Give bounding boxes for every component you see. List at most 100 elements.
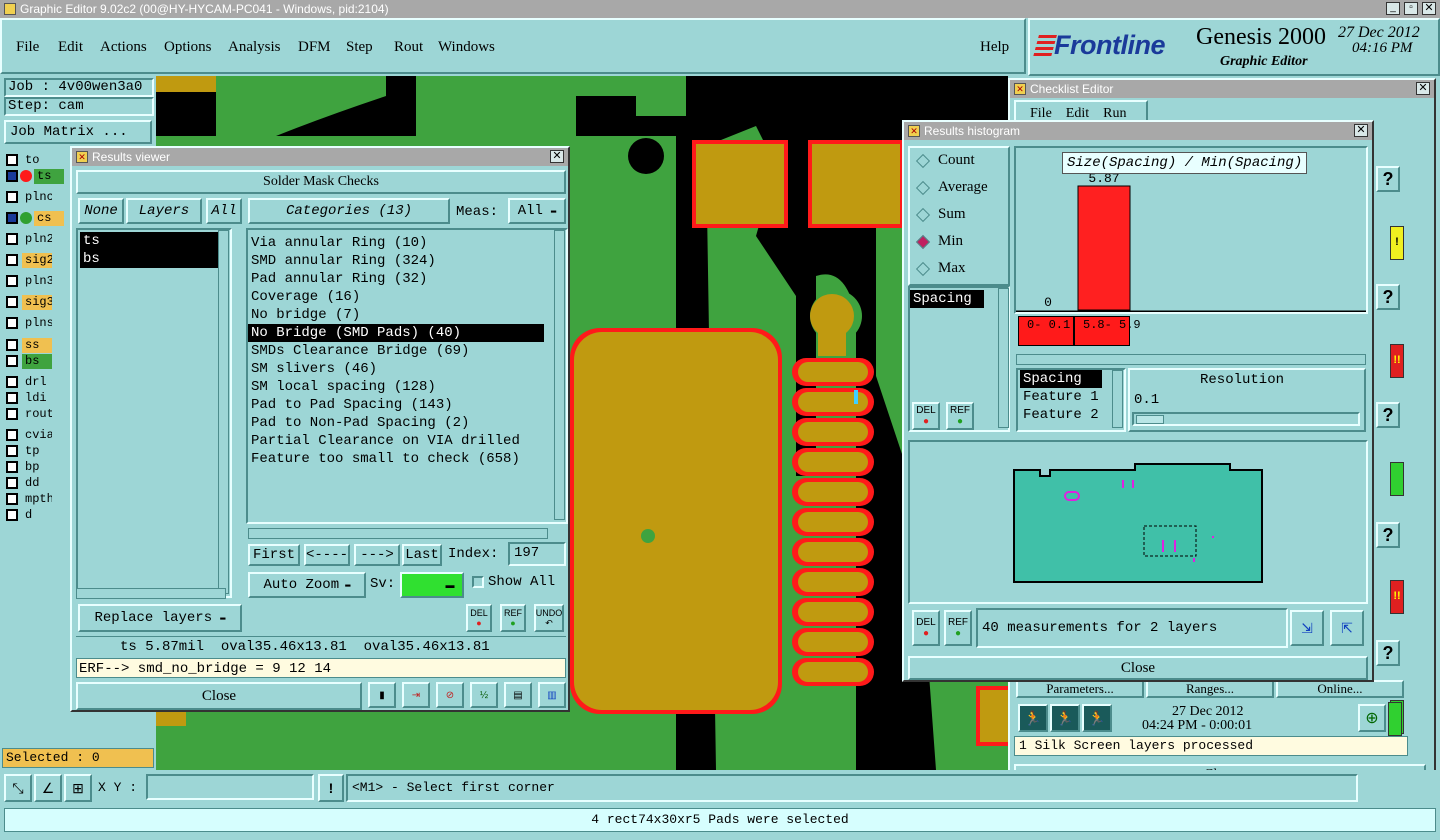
histogram-category-label[interactable]: 0- 0.1 — [1018, 316, 1074, 346]
layer-row-ss[interactable]: ss — [6, 337, 52, 353]
measure-list-scrollbar[interactable] — [998, 288, 1009, 428]
category-item[interactable]: No bridge (7) — [248, 306, 544, 324]
index-input[interactable]: 197 — [508, 542, 566, 566]
menu-rout[interactable]: Rout — [394, 39, 423, 56]
viewer-del-button[interactable]: DEL ● — [466, 604, 492, 632]
layer-row-tp[interactable]: tp — [6, 443, 52, 459]
layer-row-ts[interactable]: ts — [6, 168, 64, 184]
histogram-close-icon[interactable]: ✕ — [1354, 124, 1368, 137]
mode-sum[interactable]: Sum — [914, 206, 966, 223]
category-item[interactable]: Pad to Non-Pad Spacing (2) — [248, 414, 544, 432]
viewer-close-icon[interactable]: ✕ — [550, 150, 564, 163]
help-icon[interactable]: ? — [1376, 402, 1400, 428]
layer-row-sig2[interactable]: sig2 — [6, 252, 52, 268]
measure-item[interactable]: Spacing — [910, 290, 984, 308]
mode-max[interactable]: Max — [914, 260, 966, 277]
viewer-layer-item[interactable]: ts — [80, 232, 220, 250]
menu-analysis[interactable]: Analysis — [228, 39, 281, 56]
auto-zoom-dropdown[interactable]: Auto Zoom ▬ — [248, 572, 366, 598]
layer-checkbox[interactable] — [6, 339, 18, 351]
select-icon[interactable]: ⤡ — [4, 774, 32, 802]
online-button[interactable]: Online... — [1276, 680, 1404, 698]
layer-checkbox[interactable] — [6, 154, 18, 166]
last-button[interactable]: Last — [402, 544, 442, 566]
layer-row-d[interactable]: d — [6, 507, 52, 523]
histogram-hscroll[interactable] — [1016, 354, 1366, 365]
layer-row-plns[interactable]: plns — [6, 315, 52, 331]
layer-checkbox[interactable] — [6, 477, 18, 489]
layer-checkbox[interactable] — [6, 461, 18, 473]
help-icon[interactable]: ? — [1376, 284, 1400, 310]
layer-row-pln2[interactable]: pln2 — [6, 231, 52, 247]
layer-checkbox[interactable] — [6, 445, 18, 457]
category-item[interactable]: SMD annular Ring (324) — [248, 252, 544, 270]
layer-checkbox[interactable] — [6, 509, 18, 521]
histogram-ref-button[interactable]: REF ● — [946, 402, 974, 430]
histogram-icon[interactable]: ▥ — [538, 682, 566, 708]
help-icon[interactable]: ? — [1376, 166, 1400, 192]
minimize-button[interactable]: _ — [1386, 2, 1400, 15]
layer-checkbox[interactable] — [6, 317, 18, 329]
layer-row-sig3[interactable]: sig3 — [6, 294, 52, 310]
layer-row-drl[interactable]: drl — [6, 374, 52, 390]
category-item[interactable]: Pad to Pad Spacing (143) — [248, 396, 544, 414]
menu-file[interactable]: File — [16, 39, 39, 56]
measure-icon[interactable]: ∠ — [34, 774, 62, 802]
report-icon[interactable]: ▤ — [504, 682, 532, 708]
resolution-slider[interactable] — [1132, 412, 1360, 426]
menu-windows[interactable]: Windows — [438, 39, 495, 56]
layer-checkbox[interactable] — [6, 275, 18, 287]
category-item[interactable]: SMDs Clearance Bridge (69) — [248, 342, 544, 360]
category-item[interactable]: SM local spacing (128) — [248, 378, 544, 396]
layer-checkbox[interactable] — [6, 355, 18, 367]
export-up-icon[interactable]: ⇱ — [1330, 610, 1364, 646]
snap-icon[interactable]: ⊞ — [64, 774, 92, 802]
layer-row-ldi[interactable]: ldi — [6, 390, 52, 406]
resolution-slider-thumb[interactable] — [1136, 415, 1164, 424]
layer-checkbox[interactable] — [6, 392, 18, 404]
layer-row-cs[interactable]: cs — [6, 210, 64, 226]
category-hscroll[interactable] — [248, 528, 548, 539]
layer-checkbox[interactable] — [6, 493, 18, 505]
layer-checkbox[interactable] — [6, 212, 18, 224]
layer-checkbox[interactable] — [6, 296, 18, 308]
layer-checkbox[interactable] — [6, 254, 18, 266]
layer-row-bp[interactable]: bp — [6, 459, 52, 475]
first-button[interactable]: First — [248, 544, 300, 566]
menu-step[interactable]: Step — [346, 39, 373, 56]
layer-checkbox[interactable] — [6, 376, 18, 388]
preview-ref-button[interactable]: REF ● — [944, 610, 972, 646]
run-icon[interactable]: 🏃 — [1050, 704, 1080, 732]
maximize-button[interactable]: ▫ — [1404, 2, 1418, 15]
layer-row-plnc[interactable]: plnc — [6, 189, 52, 205]
help-icon[interactable]: ? — [1376, 640, 1400, 666]
viewer-layer-hscroll[interactable] — [76, 588, 226, 599]
menu-edit[interactable]: Edit — [58, 39, 83, 56]
layer-row-rout[interactable]: rout — [6, 406, 52, 422]
category-item[interactable]: Feature too small to check (658) — [248, 450, 544, 468]
layer-icon[interactable]: ▮ — [368, 682, 396, 708]
meas-dropdown[interactable]: All ▬ — [508, 198, 566, 224]
ranges-button[interactable]: Ranges... — [1146, 680, 1274, 698]
all-layers-button[interactable]: All — [206, 198, 242, 224]
mode-average[interactable]: Average — [914, 179, 988, 196]
histogram-del-button[interactable]: DEL ● — [912, 402, 940, 430]
type-list-scrollbar[interactable] — [1112, 370, 1123, 428]
menu-help[interactable]: Help — [980, 39, 1009, 56]
layer-row-mpth[interactable]: mpth — [6, 491, 52, 507]
run-icon[interactable]: 🏃 — [1018, 704, 1048, 732]
run-icon[interactable]: 🏃 — [1082, 704, 1112, 732]
category-scrollbar[interactable] — [554, 230, 565, 520]
category-item[interactable]: Via annular Ring (10) — [248, 234, 544, 252]
close-app-button[interactable]: ✕ — [1422, 2, 1436, 15]
viewer-undo-button[interactable]: UNDO ↶ — [534, 604, 564, 632]
layer-row-pln3[interactable]: pln3 — [6, 273, 52, 289]
histogram-category-label[interactable]: 5.8- 5.9 — [1074, 316, 1141, 346]
prev-button[interactable]: <---- — [304, 544, 350, 566]
export-down-icon[interactable]: ⇲ — [1290, 610, 1324, 646]
none-button[interactable]: None — [78, 198, 124, 224]
viewer-layer-item[interactable]: bs — [80, 250, 220, 268]
layer-row-to[interactable]: to — [6, 152, 52, 168]
parameters-button[interactable]: Parameters... — [1016, 680, 1144, 698]
type-item[interactable]: Feature 2 — [1020, 406, 1102, 424]
